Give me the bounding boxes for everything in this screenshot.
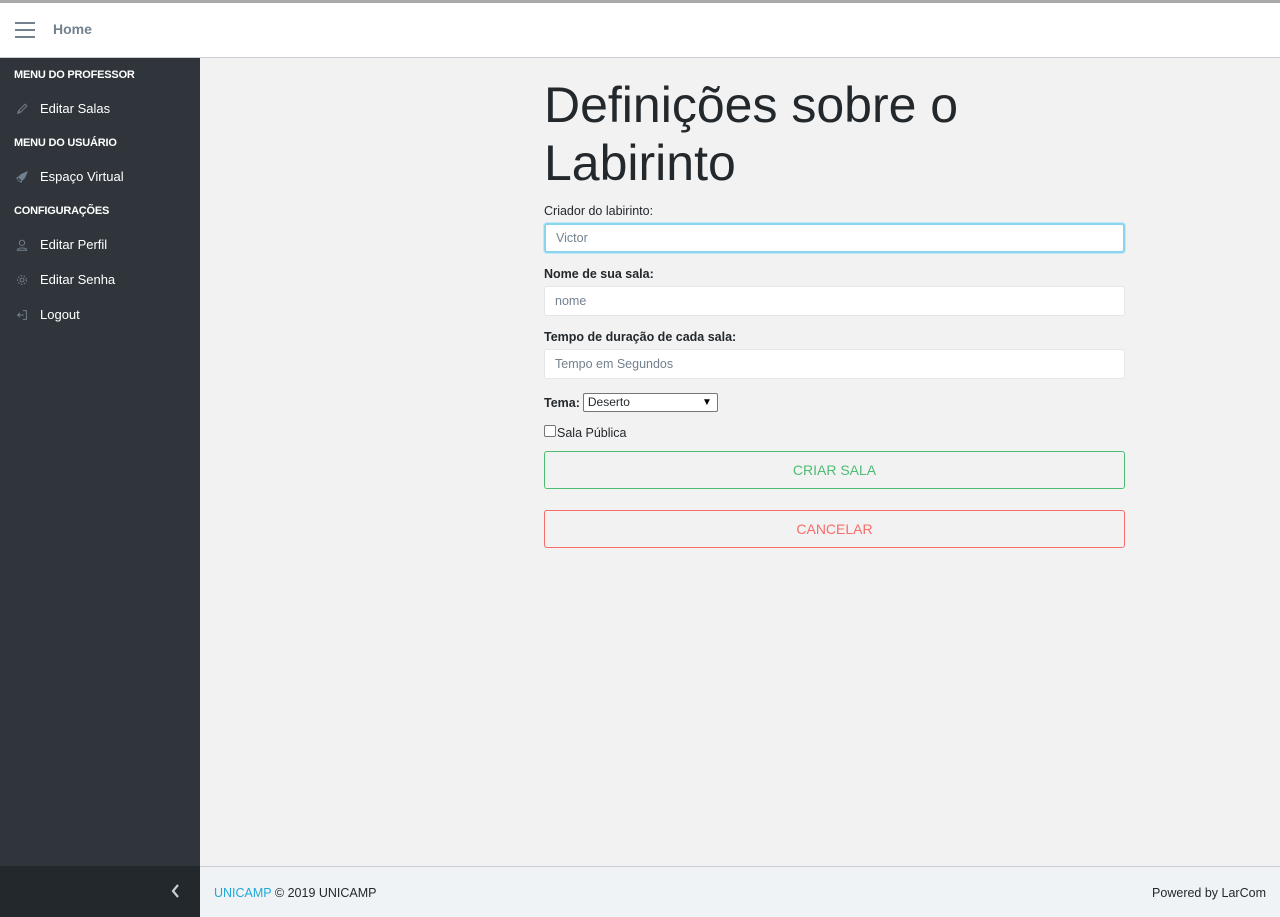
sidebar-item-label: Logout [40, 307, 80, 322]
public-room-row: Sala Pública [544, 425, 1125, 440]
menu-toggle-icon[interactable] [15, 22, 35, 38]
sidebar-section-title-professor: MENU DO PROFESSOR [14, 69, 135, 81]
main-content: Definições sobre o Labirinto Criador do … [200, 58, 1280, 866]
user-icon [14, 237, 30, 253]
room-name-label: Nome de sua sala: [544, 267, 654, 281]
room-settings-form: Criador do labirinto: Nome de sua sala: … [544, 204, 1125, 548]
duration-input[interactable] [544, 349, 1125, 379]
page-title: Definições sobre o Labirinto [544, 77, 959, 191]
cancel-button[interactable]: CANCELAR [544, 510, 1125, 548]
sidebar-footer [0, 866, 200, 917]
duration-label: Tempo de duração de cada sala: [544, 330, 737, 344]
sidebar-item-label: Editar Perfil [40, 237, 108, 252]
sidebar-item-logout[interactable]: Logout [0, 297, 200, 332]
theme-select[interactable]: Deserto ▼ [582, 393, 718, 412]
sidebar-item-label: Espaço Virtual [40, 169, 124, 184]
powered-by-text: Powered by LarCom [1152, 886, 1266, 900]
sidebar-section-title-configuracoes: CONFIGURAÇÕES [14, 205, 110, 217]
sidebar-section-title-usuario: MENU DO USUÁRIO [14, 137, 117, 149]
theme-row: Tema: Deserto ▼ [544, 393, 1125, 412]
app-header: Home [0, 3, 1280, 58]
app-footer: UNICAMP © 2019 UNICAMP Powered by LarCom [200, 866, 1280, 917]
logout-icon [14, 307, 30, 323]
creator-input[interactable] [544, 223, 1125, 253]
sidebar-item-editar-perfil[interactable]: Editar Perfil [0, 227, 200, 262]
create-room-button[interactable]: CRIAR SALA [544, 451, 1125, 489]
room-name-input[interactable] [544, 286, 1125, 316]
sidebar: MENU DO PROFESSOR Editar Salas MENU DO U… [0, 58, 200, 866]
public-room-label: Sala Pública [557, 426, 627, 440]
public-room-checkbox[interactable] [544, 425, 556, 437]
copyright-text: © 2019 UNICAMP [274, 886, 377, 900]
sidebar-collapse-chevron-left-icon[interactable] [168, 881, 184, 901]
footer-left: UNICAMP © 2019 UNICAMP [214, 886, 377, 900]
creator-label: Criador do labirinto: [544, 204, 654, 218]
theme-select-value: Deserto [587, 395, 630, 409]
unicamp-link[interactable]: UNICAMP [214, 886, 271, 900]
sidebar-item-espaco-virtual[interactable]: Espaço Virtual [0, 159, 200, 194]
theme-label: Tema: [544, 395, 580, 410]
dropdown-arrow-icon: ▼ [701, 397, 712, 408]
sidebar-item-editar-salas[interactable]: Editar Salas [0, 91, 200, 126]
sidebar-item-label: Editar Salas [40, 101, 111, 116]
sidebar-item-label: Editar Senha [40, 272, 116, 287]
pencil-icon [14, 101, 30, 117]
rocket-icon [14, 169, 30, 185]
sidebar-item-editar-senha[interactable]: Editar Senha [0, 262, 200, 297]
gear-icon [14, 272, 30, 288]
home-link[interactable]: Home [53, 21, 92, 37]
